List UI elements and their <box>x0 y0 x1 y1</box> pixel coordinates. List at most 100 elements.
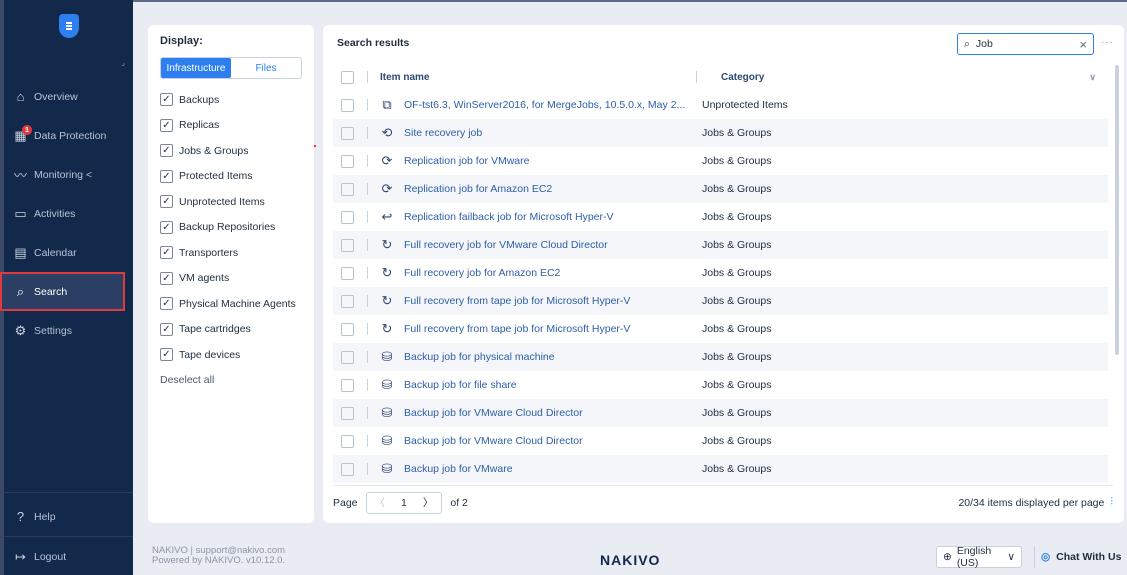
table-row[interactable]: ⟲ Site recovery job Jobs & Groups <box>333 119 1108 147</box>
checkbox-checked[interactable]: ✓ <box>160 118 173 132</box>
tab-infrastructure[interactable]: Infrastructure <box>161 58 231 78</box>
item-name-link[interactable]: Replication job for VMware <box>404 155 529 167</box>
logo[interactable] <box>4 0 133 52</box>
item-name-link[interactable]: OF-tst6.3, WinServer2016, for MergeJobs,… <box>404 99 685 111</box>
table-row[interactable]: ⛁ Backup job for VMware Jobs & Groups <box>333 455 1108 483</box>
footer-info: NAKIVO | support@nakivo.com Powered by N… <box>152 546 285 566</box>
table-row[interactable]: ⟳ Replication job for Amazon EC2 Jobs & Gr… <box>333 175 1108 203</box>
clear-search-icon[interactable]: × <box>1079 37 1087 52</box>
filter-option[interactable]: ✓ Tape cartridges <box>160 317 302 343</box>
column-settings-icon[interactable]: ⫶ <box>1110 496 1113 509</box>
row-checkbox[interactable] <box>340 350 354 364</box>
sidebar-item-data[interactable]: ▦ 1 Data Protection <box>4 116 133 155</box>
item-category: Jobs & Groups <box>702 183 772 195</box>
sidebar-item-settings[interactable]: ⚙ Settings <box>4 311 133 350</box>
nakivo-brand-logo: NAKIVO <box>600 552 661 568</box>
row-checkbox[interactable] <box>340 434 354 448</box>
sidebar-item-monitoring[interactable]: 〰 Monitoring < <box>4 155 133 194</box>
filter-option[interactable]: ✓ Backup Repositories <box>160 215 302 241</box>
table-row[interactable]: ↻ Full recovery job for VMware Cloud Dire… <box>333 231 1108 259</box>
item-name-link[interactable]: Replication job for Amazon EC2 <box>404 183 552 195</box>
checkbox-checked[interactable]: ✓ <box>160 195 173 209</box>
item-name-link[interactable]: Full recovery from tape job for Microsof… <box>404 295 630 307</box>
row-checkbox[interactable] <box>340 462 354 476</box>
select-all-checkbox[interactable] <box>340 70 354 84</box>
sidebar-item-help[interactable]: ? Help <box>4 497 133 536</box>
item-category: Jobs & Groups <box>702 407 772 419</box>
row-checkbox[interactable] <box>340 182 354 196</box>
filter-option[interactable]: ✓ Jobs & Groups <box>160 138 302 164</box>
checkbox-checked[interactable]: ✓ <box>160 220 173 234</box>
table-row[interactable]: ⛁ Backup job for VMware Cloud Director Job… <box>333 427 1108 455</box>
page-total: of 2 <box>450 496 468 509</box>
row-checkbox[interactable] <box>340 154 354 168</box>
table-row[interactable]: ⛁ Backup job for file share Jobs & Groups <box>333 371 1108 399</box>
next-page-button[interactable]: 〉 <box>415 495 442 510</box>
filter-option[interactable]: ✓ Replicas <box>160 113 302 139</box>
item-name-link[interactable]: Backup job for physical machine <box>404 351 555 363</box>
sidebar-item-logout[interactable]: ↦ Logout <box>4 537 133 575</box>
row-checkbox[interactable] <box>340 210 354 224</box>
filter-option[interactable]: ✓ Backups <box>160 87 302 113</box>
item-name-link[interactable]: Backup job for VMware Cloud Director <box>404 435 583 447</box>
column-category[interactable]: Category <box>709 72 1108 83</box>
table-row[interactable]: ↻ Full recovery from tape job for Microso… <box>333 287 1108 315</box>
checkbox-checked[interactable]: ✓ <box>160 322 173 336</box>
filter-option[interactable]: ✓ VM agents <box>160 266 302 292</box>
checkbox-checked[interactable]: ✓ <box>160 297 173 311</box>
filter-option[interactable]: ✓ Transporters <box>160 240 302 266</box>
item-name-link[interactable]: Site recovery job <box>404 127 482 139</box>
item-name-link[interactable]: Full recovery job for Amazon EC2 <box>404 267 560 279</box>
item-name-link[interactable]: Backup job for VMware <box>404 463 513 475</box>
checkbox-checked[interactable]: ✓ <box>160 93 173 107</box>
job-type-icon: ⛁ <box>381 377 393 392</box>
search-input[interactable]: ⌕ Job × <box>957 33 1094 55</box>
prev-page-button[interactable]: 〈 <box>367 495 394 510</box>
row-checkbox[interactable] <box>340 406 354 420</box>
checkbox-checked[interactable]: ✓ <box>160 169 173 183</box>
row-checkbox[interactable] <box>340 126 354 140</box>
filter-option[interactable]: ✓ Protected Items <box>160 164 302 190</box>
row-checkbox[interactable] <box>340 266 354 280</box>
table-row[interactable]: ⧉ OF-tst6.3, WinServer2016, for MergeJobs… <box>333 91 1108 119</box>
row-checkbox[interactable] <box>340 238 354 252</box>
chevron-down-icon[interactable]: ∨ <box>1089 72 1096 83</box>
language-selector[interactable]: ⊕ English (US) ∨ <box>936 545 1022 569</box>
table-row[interactable]: ↻ Full recovery job for Amazon EC2 Jobs & … <box>333 259 1108 287</box>
item-name-link[interactable]: Backup job for file share <box>404 379 517 391</box>
scrollbar[interactable] <box>1115 65 1119 355</box>
more-options-icon[interactable]: ··· <box>1101 37 1114 48</box>
collapse-sidebar-icon[interactable]: ⌟ <box>121 58 125 67</box>
checkbox-checked[interactable]: ✓ <box>160 246 173 260</box>
checkbox-checked[interactable]: ✓ <box>160 348 173 362</box>
table-row[interactable]: ⛁ Backup job for VMware Cloud Director Job… <box>333 399 1108 427</box>
filter-option[interactable]: ✓ Tape devices <box>160 342 302 368</box>
sidebar-item-calendar[interactable]: ▤ Calendar <box>4 233 133 272</box>
sidebar-item-search[interactable]: ⌕ Search <box>0 272 125 311</box>
row-checkbox[interactable] <box>340 98 354 112</box>
row-checkbox[interactable] <box>340 294 354 308</box>
sidebar-item-overview[interactable]: ⌂ Overview <box>4 77 133 116</box>
tab-files[interactable]: Files <box>231 58 301 78</box>
job-type-icon: ⛁ <box>381 405 393 420</box>
table-row[interactable]: ⟳ Replication job for VMware Jobs & Groups <box>333 147 1108 175</box>
checkbox-checked[interactable]: ✓ <box>160 144 173 158</box>
page-number-input[interactable]: 1 <box>393 497 415 509</box>
table-row[interactable]: ⛁ Backup job for physical machine Jobs & G… <box>333 343 1108 371</box>
deselect-all-link[interactable]: Deselect all <box>160 374 302 386</box>
checkbox-checked[interactable]: ✓ <box>160 271 173 285</box>
chat-with-us-button[interactable]: ◎ Chat With Us <box>1034 546 1121 568</box>
table-row[interactable]: ↻ Full recovery from tape job for Microso… <box>333 315 1108 343</box>
item-name-link[interactable]: Full recovery job for VMware Cloud Direc… <box>404 239 608 251</box>
item-name-link[interactable]: Backup job for VMware Cloud Director <box>404 407 583 419</box>
item-name-link[interactable]: Replication failback job for Microsoft H… <box>404 211 614 223</box>
item-name-link[interactable]: Full recovery from tape job for Microsof… <box>404 323 630 335</box>
column-item-name[interactable]: Item name <box>380 72 690 83</box>
row-checkbox[interactable] <box>340 322 354 336</box>
filter-option[interactable]: ✓ Unprotected Items <box>160 189 302 215</box>
row-checkbox[interactable] <box>340 378 354 392</box>
filter-options: ✓ Backups ✓ Replicas ✓ Jobs & Groups ✓ Protecte… <box>160 87 302 368</box>
filter-option[interactable]: ✓ Physical Machine Agents <box>160 291 302 317</box>
sidebar-item-activities[interactable]: ▭ Activities <box>4 194 133 233</box>
table-row[interactable]: ↩ Replication failback job for Microsoft … <box>333 203 1108 231</box>
